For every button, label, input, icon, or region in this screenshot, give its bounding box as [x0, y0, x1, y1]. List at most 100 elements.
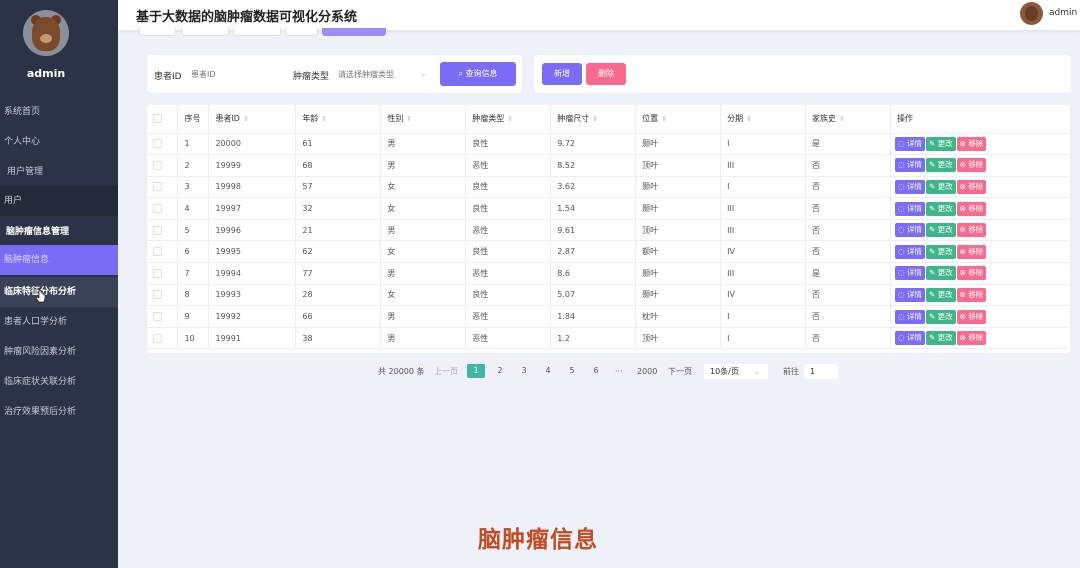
row-checkbox[interactable]: [153, 268, 162, 278]
column-header[interactable]: 分期 ⇕: [720, 105, 807, 134]
sidebar-item-6[interactable]: 脑肿瘤信息: [0, 245, 118, 275]
delete-button[interactable]: 删除: [586, 63, 626, 85]
sidebar-item-9[interactable]: 肿瘤风险因素分析: [0, 337, 118, 367]
filter-peek-2[interactable]: [181, 28, 229, 36]
edit-button[interactable]: ✎ 更改: [925, 266, 956, 281]
edit-button[interactable]: ✎ 更改: [925, 179, 956, 194]
filter-peek-1[interactable]: [139, 28, 176, 36]
table-row[interactable]: 4 19997 32 女良性 1.54 颞叶 III 否 ◌ 详情 ✎ 更改 ⊗ 移除: [147, 197, 1071, 220]
pagination-next[interactable]: 下一页: [668, 364, 692, 380]
table-row[interactable]: 9 19992 66 男恶性 1.84 枕叶 I 否 ◌ 详情 ✎ 更改 ⊗ 移除: [147, 305, 1071, 328]
sort-icon[interactable]: ⇕: [321, 115, 327, 123]
sidebar-item-5[interactable]: 脑肿瘤信息管理: [0, 217, 118, 247]
detail-button[interactable]: ◌ 详情: [895, 266, 925, 281]
column-header[interactable]: 性别 ⇕: [380, 105, 467, 134]
chevron-down-icon[interactable]: ⌄: [420, 69, 428, 78]
row-checkbox[interactable]: [153, 333, 162, 343]
row-checkbox[interactable]: [153, 182, 162, 192]
edit-button[interactable]: ✎ 更改: [925, 287, 956, 302]
filter-peek-button[interactable]: [322, 28, 386, 36]
pagination-ellipsis[interactable]: ···: [615, 364, 623, 380]
sort-icon[interactable]: ⇕: [592, 115, 598, 123]
detail-button[interactable]: ◌ 详情: [895, 244, 925, 259]
row-checkbox[interactable]: [153, 247, 162, 257]
edit-button[interactable]: ✎ 更改: [925, 331, 956, 346]
remove-button[interactable]: ⊗ 移除: [956, 158, 987, 173]
page-number[interactable]: 5: [563, 364, 581, 378]
query-button[interactable]: ⌕ 查询信息: [440, 62, 516, 86]
row-checkbox[interactable]: [153, 290, 162, 300]
table-row[interactable]: 10 19991 38 男恶性 1.2 顶叶 I 否 ◌ 详情 ✎ 更改 ⊗ 移除: [147, 327, 1071, 350]
sort-icon[interactable]: ⇕: [839, 115, 845, 123]
detail-button[interactable]: ◌ 详情: [895, 201, 925, 216]
sort-icon[interactable]: ⇕: [746, 115, 752, 123]
detail-button[interactable]: ◌ 详情: [895, 287, 925, 302]
remove-button[interactable]: ⊗ 移除: [956, 244, 987, 259]
remove-button[interactable]: ⊗ 移除: [956, 223, 987, 238]
sort-icon[interactable]: ⇕: [661, 115, 667, 123]
sort-icon[interactable]: ⇕: [243, 115, 249, 123]
table-row[interactable]: 2 19999 68 男恶性 8.52 顶叶 III 否 ◌ 详情 ✎ 更改 ⊗ 移除: [147, 154, 1071, 177]
edit-button[interactable]: ✎ 更改: [925, 244, 956, 259]
patient-id-input[interactable]: [189, 63, 279, 85]
remove-button[interactable]: ⊗ 移除: [956, 201, 987, 216]
add-button[interactable]: 新增: [542, 63, 582, 85]
page-number[interactable]: 3: [515, 364, 533, 378]
sort-icon[interactable]: ⇕: [406, 115, 412, 123]
select-all-checkbox[interactable]: [153, 114, 162, 124]
detail-button[interactable]: ◌ 详情: [895, 136, 925, 151]
remove-button[interactable]: ⊗ 移除: [956, 331, 987, 346]
detail-button[interactable]: ◌ 详情: [895, 223, 925, 238]
page-number[interactable]: 6: [587, 364, 605, 378]
column-header[interactable]: 位置 ⇕: [635, 105, 722, 134]
sort-icon[interactable]: ⇕: [507, 115, 513, 123]
table-row[interactable]: 6 19995 62 女良性 2.87 额叶 IV 否 ◌ 详情 ✎ 更改 ⊗ 移除: [147, 240, 1071, 264]
table-row[interactable]: 8 19993 28 女良性 5.07 颞叶 IV 否 ◌ 详情 ✎ 更改 ⊗ 移除: [147, 284, 1071, 307]
remove-button[interactable]: ⊗ 移除: [956, 309, 987, 324]
table-row[interactable]: 5 19996 21 男恶性 9.61 顶叶 III 否 ◌ 详情 ✎ 更改 ⊗ 移除: [147, 219, 1071, 242]
sidebar-item-3[interactable]: 用户管理: [0, 157, 118, 187]
remove-button[interactable]: ⊗ 移除: [956, 266, 987, 281]
edit-button[interactable]: ✎ 更改: [925, 158, 956, 173]
edit-button[interactable]: ✎ 更改: [925, 223, 956, 238]
header-avatar[interactable]: [1020, 2, 1043, 25]
row-checkbox[interactable]: [153, 312, 162, 322]
page-number[interactable]: 1: [467, 364, 485, 378]
sidebar-item-2[interactable]: 个人中心: [0, 127, 118, 157]
edit-button[interactable]: ✎ 更改: [925, 136, 956, 151]
row-checkbox[interactable]: [153, 160, 162, 170]
header-username[interactable]: admin: [1049, 8, 1077, 18]
page-number[interactable]: 2: [491, 364, 509, 378]
table-row[interactable]: 3 19998 57 女良性 3.62 颞叶 I 否 ◌ 详情 ✎ 更改 ⊗ 移除: [147, 176, 1071, 199]
goto-page-input[interactable]: 1: [804, 364, 838, 379]
table-row[interactable]: 1 20000 61 男良性 9.72 颞叶 I 是 ◌ 详情 ✎ 更改 ⊗ 移除: [147, 133, 1071, 156]
detail-button[interactable]: ◌ 详情: [895, 158, 925, 173]
column-header[interactable]: 肿瘤尺寸 ⇕: [550, 105, 637, 134]
row-checkbox[interactable]: [153, 225, 162, 235]
remove-button[interactable]: ⊗ 移除: [956, 136, 987, 151]
column-header[interactable]: 家族史 ⇕: [805, 105, 891, 134]
sidebar-item-8[interactable]: 患者人口学分析: [0, 307, 118, 337]
edit-button[interactable]: ✎ 更改: [925, 201, 956, 216]
table-row[interactable]: 7 19994 77 男恶性 8.6 颞叶 III 是 ◌ 详情 ✎ 更改 ⊗ 移除: [147, 262, 1071, 285]
pagination-prev[interactable]: 上一页: [434, 364, 458, 380]
pagination-last[interactable]: 2000: [637, 364, 657, 380]
detail-button[interactable]: ◌ 详情: [895, 309, 925, 324]
tumor-type-select[interactable]: [336, 63, 428, 85]
sidebar-item-7[interactable]: 临床特征分布分析: [0, 277, 118, 307]
column-header[interactable]: 肿瘤类型 ⇕: [465, 105, 552, 134]
detail-button[interactable]: ◌ 详情: [895, 331, 925, 346]
remove-button[interactable]: ⊗ 移除: [956, 287, 987, 302]
sidebar-avatar[interactable]: [23, 10, 69, 56]
sidebar-item-1[interactable]: 系统首页: [0, 97, 118, 127]
filter-peek-4[interactable]: [285, 28, 318, 36]
sidebar-item-11[interactable]: 治疗效果预后分析: [0, 397, 118, 427]
column-header[interactable]: 年龄 ⇕: [295, 105, 382, 134]
sidebar-item-4[interactable]: 用户: [0, 186, 118, 216]
edit-button[interactable]: ✎ 更改: [925, 309, 956, 324]
column-header[interactable]: 患者ID ⇕: [208, 105, 297, 134]
row-checkbox[interactable]: [153, 139, 162, 149]
page-number[interactable]: 4: [539, 364, 557, 378]
remove-button[interactable]: ⊗ 移除: [956, 179, 987, 194]
detail-button[interactable]: ◌ 详情: [895, 179, 925, 194]
